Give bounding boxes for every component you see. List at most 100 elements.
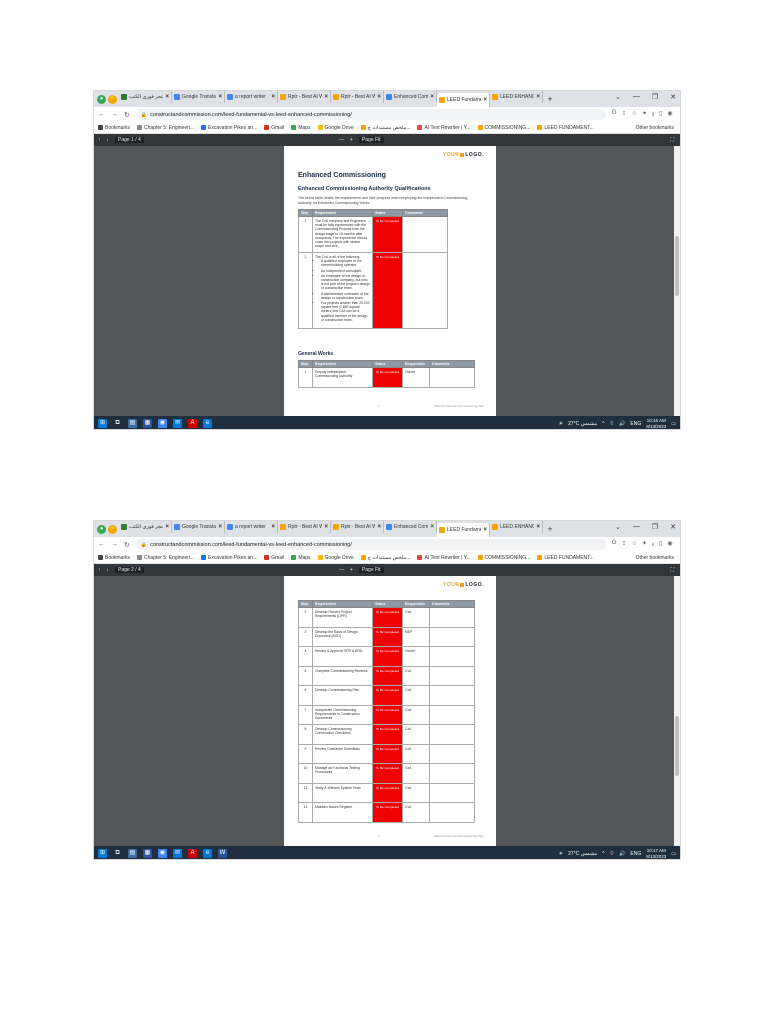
tab-close-icon[interactable]: × [430, 94, 434, 100]
tab-close-icon[interactable]: × [483, 97, 487, 103]
tab-search-icon[interactable]: ⌄ [615, 93, 621, 101]
bookmark-item[interactable]: Gmail [264, 555, 284, 561]
reload-icon[interactable]: ↻ [124, 541, 130, 549]
tab-close-icon[interactable]: × [536, 524, 540, 530]
task-view-icon[interactable]: ⧉ [113, 419, 122, 428]
scroll-thumb[interactable] [675, 236, 679, 296]
scrollbar[interactable] [674, 576, 680, 846]
task-view-icon[interactable]: ⧉ [113, 849, 122, 858]
store-icon[interactable]: ▦ [143, 849, 152, 858]
clock[interactable]: 10:16 AM 8/13/2023 [646, 418, 666, 430]
fullscreen-icon[interactable]: ⛶ [670, 567, 674, 573]
file-explorer-icon[interactable]: ▤ [128, 419, 137, 428]
google-lens-icon[interactable]: G [612, 540, 617, 550]
extension-icon[interactable]: ⚡ [108, 94, 117, 104]
tab-close-icon[interactable]: × [165, 524, 169, 530]
tab-6[interactable]: LEED Fundamen× [437, 523, 490, 537]
tab-2[interactable]: a report writer × [225, 521, 278, 533]
windows-start-icon[interactable]: ⊞ [98, 419, 107, 428]
bookmark-item[interactable]: LEED FUNDAMENT... [537, 555, 594, 561]
chrome-icon[interactable]: ◉ [158, 849, 167, 858]
share-icon[interactable]: ⇪ [622, 110, 627, 120]
tab-0[interactable]: متجر فوري الكتب × [119, 91, 172, 103]
page-indicator[interactable]: Page 2 / 4 [115, 567, 144, 573]
tab-close-icon[interactable]: × [377, 94, 381, 100]
tab-5[interactable]: Enhanced Com × [384, 91, 437, 103]
chrome-icon[interactable]: ◉ [158, 419, 167, 428]
weather-text[interactable]: 27°C مشمس [568, 851, 597, 857]
bookmark-item[interactable]: Excavation Pikes an... [201, 555, 257, 561]
bookmark-item[interactable]: AI Text Rewriter | Y... [417, 555, 471, 561]
weather-text[interactable]: 27°C مشمس [568, 421, 597, 427]
zoom-in-icon[interactable]: + [350, 137, 353, 143]
extensions-icon[interactable]: ✦ [642, 110, 647, 120]
bookmark-item[interactable]: LEED FUNDAMENT... [537, 125, 594, 131]
new-tab-button[interactable]: + [545, 94, 555, 104]
bookmark-item[interactable]: ملخص مستندات ج... [360, 125, 410, 131]
tab-close-icon[interactable]: × [324, 524, 328, 530]
scroll-thumb[interactable] [675, 716, 679, 776]
share-icon[interactable]: ⇪ [622, 540, 627, 550]
edge-icon[interactable]: e [203, 419, 212, 428]
edge-icon[interactable]: e [203, 849, 212, 858]
mail-icon[interactable]: ✉ [173, 849, 182, 858]
tab-close-icon[interactable]: × [377, 524, 381, 530]
bookmark-item[interactable]: Chapter 5: Engineeri... [137, 125, 194, 131]
minimize-icon[interactable]: — [633, 93, 640, 101]
tab-close-icon[interactable]: × [536, 94, 540, 100]
bookmark-item[interactable]: ملخص مستندات ج... [360, 555, 410, 561]
forward-icon[interactable]: → [111, 111, 118, 118]
clock[interactable]: 10:17 AM 8/13/2023 [646, 848, 666, 860]
volume-icon[interactable]: 🔊 [619, 421, 625, 427]
tab-close-icon[interactable]: × [430, 524, 434, 530]
google-lens-icon[interactable]: G [612, 110, 617, 120]
tab-0[interactable]: متجر فوري الكتب × [119, 521, 172, 533]
maximize-icon[interactable]: ❐ [652, 93, 658, 101]
download-pdf-icon[interactable]: ↓ [107, 137, 110, 143]
tab-7[interactable]: LEED ENHANC × [490, 91, 543, 103]
store-icon[interactable]: ▦ [143, 419, 152, 428]
extension-icon[interactable]: ⚡ [108, 524, 117, 534]
bookmark-item[interactable]: COMMISSIONING... [477, 555, 530, 561]
tab-close-icon[interactable]: × [324, 94, 328, 100]
bookmark-item[interactable]: Bookmarks [98, 125, 130, 131]
acrobat-icon[interactable]: A [188, 849, 197, 858]
menu-icon[interactable]: ⋮ [678, 540, 680, 550]
network-icon[interactable]: ⌔ [609, 851, 614, 857]
network-icon[interactable]: ⌔ [609, 421, 614, 427]
forward-icon[interactable]: → [111, 541, 118, 548]
upload-icon[interactable]: ↑ [98, 137, 101, 143]
back-icon[interactable]: ← [98, 111, 105, 118]
other-bookmarks[interactable]: Other bookmarks [636, 555, 674, 561]
zoom-out-icon[interactable]: — [339, 567, 344, 573]
side-panel-icon[interactable]: ▯ [659, 110, 662, 120]
fullscreen-icon[interactable]: ⛶ [670, 137, 674, 143]
zoom-out-icon[interactable]: — [339, 137, 344, 143]
scrollbar[interactable] [674, 146, 680, 416]
weather-icon[interactable]: ☀ [559, 421, 563, 427]
bookmark-item[interactable]: COMMISSIONING... [477, 125, 530, 131]
tab-close-icon[interactable]: × [271, 524, 275, 530]
notifications-icon[interactable]: ▭ [671, 851, 676, 857]
bookmark-item[interactable]: Maps [291, 125, 311, 131]
tab-7[interactable]: LEED ENHANC × [490, 521, 543, 533]
tab-close-icon[interactable]: × [218, 524, 222, 530]
volume-icon[interactable]: 🔊 [619, 851, 625, 857]
tab-1[interactable]: Google Translat × [172, 91, 225, 103]
tab-close-icon[interactable]: × [165, 94, 169, 100]
avatar[interactable]: ◉ [667, 540, 672, 550]
bookmark-item[interactable]: Excavation Pikes an... [201, 125, 257, 131]
tab-3[interactable]: Rptr - Best AI W × [278, 521, 331, 533]
zoom-select[interactable]: Page Fit [358, 567, 384, 573]
acrobat-icon[interactable]: A [188, 419, 197, 428]
close-window-icon[interactable]: ✕ [670, 93, 676, 101]
avatar[interactable]: ◉ [667, 110, 672, 120]
close-window-icon[interactable]: ✕ [670, 523, 676, 531]
bookmark-star-icon[interactable]: ☆ [632, 540, 637, 550]
tab-3[interactable]: Rptr - Best AI W × [278, 91, 331, 103]
bookmark-item[interactable]: Chapter 5: Engineeri... [137, 555, 194, 561]
tab-close-icon[interactable]: × [483, 527, 487, 533]
maximize-icon[interactable]: ❐ [652, 523, 658, 531]
profile-icon[interactable]: ● [97, 524, 106, 534]
windows-start-icon[interactable]: ⊞ [98, 849, 107, 858]
